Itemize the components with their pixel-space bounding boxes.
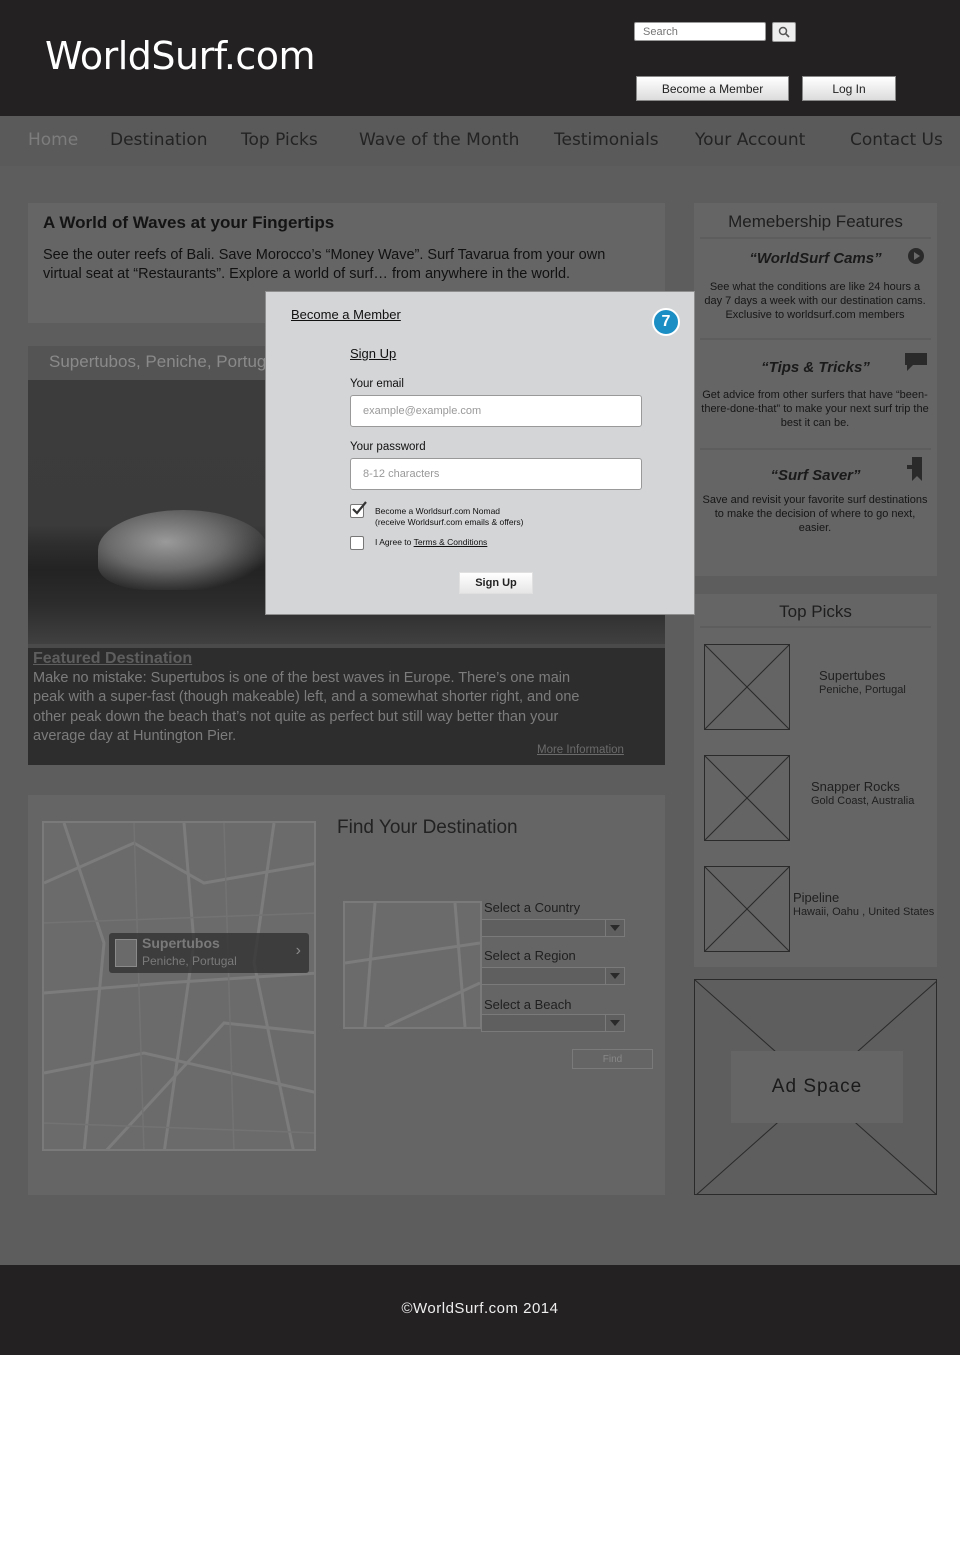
feature-tips-desc: Get advice from other surfers that have … bbox=[701, 389, 929, 429]
site-footer: ©WorldSurf.com 2014 bbox=[0, 1265, 960, 1355]
nomad-checkbox[interactable] bbox=[350, 501, 367, 518]
search-button[interactable] bbox=[772, 22, 796, 42]
chevron-right-icon: › bbox=[295, 942, 301, 959]
become-member-modal: Become a Member 7 Sign Up Your email exa… bbox=[265, 291, 695, 615]
country-label: Select a Country bbox=[484, 900, 581, 915]
nomad-line-2: (receive Worldsurf.com emails & offers) bbox=[375, 517, 524, 527]
nav-item-destination[interactable]: Destination bbox=[110, 130, 208, 150]
speech-bubble-icon bbox=[905, 353, 927, 371]
top-pick-name[interactable]: Snapper Rocks bbox=[811, 779, 900, 794]
step-badge: 7 bbox=[652, 308, 680, 336]
chevron-down-icon bbox=[605, 968, 624, 984]
ad-space[interactable]: Ad Space bbox=[694, 979, 937, 1195]
nav-item-your-account[interactable]: Your Account bbox=[695, 130, 805, 150]
checkmark-icon bbox=[352, 501, 367, 515]
map-pin-subtitle: Peniche, Portugal bbox=[142, 954, 237, 968]
featured-caption-title[interactable]: Featured Destination bbox=[33, 650, 192, 668]
nav-item-top-picks[interactable]: Top Picks bbox=[241, 130, 318, 150]
footer-copyright: ©WorldSurf.com 2014 bbox=[401, 1300, 559, 1317]
email-field[interactable]: example@example.com bbox=[350, 395, 642, 427]
terms-checkbox[interactable] bbox=[350, 536, 364, 550]
feature-saver-name: “Surf Saver” bbox=[770, 467, 861, 484]
feature-cams-desc: See what the conditions are like 24 hour… bbox=[704, 281, 926, 321]
become-member-button[interactable]: Become a Member bbox=[636, 76, 789, 101]
region-label: Select a Region bbox=[484, 948, 576, 963]
intro-title: A World of Waves at your Fingertips bbox=[43, 213, 335, 232]
nav-item-home[interactable]: Home bbox=[28, 130, 78, 150]
top-pick-thumbnail[interactable] bbox=[704, 866, 790, 952]
image-placeholder-icon bbox=[704, 866, 790, 952]
play-icon bbox=[908, 248, 924, 264]
site-header: WorldSurf.com Become a Member Log In bbox=[0, 0, 960, 116]
bookmark-icon bbox=[907, 457, 922, 481]
featured-caption-text: Make no mistake: Supertubos is one of th… bbox=[33, 670, 580, 744]
destination-mini-map[interactable] bbox=[343, 901, 482, 1029]
main-nav: Home Destination Top Picks Wave of the M… bbox=[0, 116, 960, 166]
featured-caption: Featured Destination Make no mistake: Su… bbox=[28, 648, 665, 765]
chevron-down-icon bbox=[605, 1015, 624, 1031]
log-in-button[interactable]: Log In bbox=[802, 76, 896, 101]
search-icon bbox=[778, 26, 790, 38]
top-picks-title: Top Picks bbox=[779, 602, 852, 621]
find-button[interactable]: Find bbox=[572, 1049, 653, 1069]
wave-crest bbox=[98, 510, 268, 590]
map-roads bbox=[44, 823, 314, 1149]
mini-map-roads bbox=[345, 903, 480, 1027]
terms-checkbox-label: I Agree to Terms & Conditions bbox=[375, 537, 487, 548]
top-pick-thumbnail[interactable] bbox=[704, 755, 790, 841]
nav-item-wave-of-the-month[interactable]: Wave of the Month bbox=[359, 130, 519, 150]
password-label: Your password bbox=[350, 441, 426, 453]
feature-saver-desc: Save and revisit your favorite surf dest… bbox=[702, 494, 928, 534]
feature-cams-name: “WorldSurf Cams” bbox=[749, 250, 882, 267]
sign-up-button[interactable]: Sign Up bbox=[459, 572, 533, 594]
site-logo[interactable]: WorldSurf.com bbox=[45, 34, 316, 78]
chevron-down-icon bbox=[605, 920, 624, 936]
top-pick-thumbnail[interactable] bbox=[704, 644, 790, 730]
divider bbox=[700, 448, 931, 450]
search-input[interactable] bbox=[634, 22, 766, 41]
modal-subheading: Sign Up bbox=[350, 346, 397, 361]
country-select[interactable] bbox=[481, 919, 625, 937]
divider bbox=[700, 237, 931, 239]
divider bbox=[700, 626, 931, 628]
beach-select[interactable] bbox=[481, 1014, 625, 1032]
feature-tips-name: “Tips & Tricks” bbox=[761, 359, 870, 376]
map-pin-title: Supertubos bbox=[142, 935, 220, 951]
modal-heading: Become a Member bbox=[291, 307, 401, 322]
membership-title: Memebership Features bbox=[728, 212, 903, 231]
terms-link[interactable]: Terms & Conditions bbox=[414, 537, 488, 547]
map-pin-callout[interactable]: Supertubos Peniche, Portugal › bbox=[109, 933, 309, 973]
top-pick-location: Hawaii, Oahu , United States bbox=[793, 906, 935, 918]
nav-item-contact-us[interactable]: Contact Us bbox=[850, 130, 943, 150]
password-field[interactable]: 8-12 characters bbox=[350, 458, 642, 490]
region-select[interactable] bbox=[481, 967, 625, 985]
divider bbox=[700, 338, 931, 340]
destination-map[interactable]: Supertubos Peniche, Portugal › bbox=[42, 821, 316, 1151]
top-pick-name[interactable]: Supertubes bbox=[819, 668, 886, 683]
find-destination-panel: Supertubos Peniche, Portugal › Find Your… bbox=[28, 795, 665, 1195]
top-picks-panel: Top Picks Supertubes Peniche, Portugal S… bbox=[694, 594, 937, 967]
email-label: Your email bbox=[350, 378, 404, 390]
terms-prefix: I Agree to bbox=[375, 537, 414, 547]
find-destination-title: Find Your Destination bbox=[337, 817, 518, 838]
nomad-checkbox-label: Become a Worldsurf.com Nomad (receive Wo… bbox=[375, 506, 523, 528]
top-pick-name[interactable]: Pipeline bbox=[793, 890, 839, 905]
nomad-line-1: Become a Worldsurf.com Nomad bbox=[375, 506, 501, 516]
top-pick-location: Peniche, Portugal bbox=[819, 684, 906, 696]
featured-location: Supertubos, Peniche, Portugal bbox=[49, 352, 280, 371]
beach-label: Select a Beach bbox=[484, 997, 572, 1012]
nav-item-testimonials[interactable]: Testimonials bbox=[554, 130, 659, 150]
intro-text: See the outer reefs of Bali. Save Morocc… bbox=[43, 247, 606, 282]
ad-label: Ad Space bbox=[731, 1051, 903, 1123]
image-placeholder-icon bbox=[704, 755, 790, 841]
map-pin-thumbnail bbox=[115, 939, 137, 967]
image-placeholder-icon bbox=[704, 644, 790, 730]
top-pick-location: Gold Coast, Australia bbox=[811, 795, 915, 807]
membership-features-panel: Memebership Features “WorldSurf Cams” Se… bbox=[694, 203, 937, 576]
more-information-link[interactable]: More Information bbox=[537, 744, 624, 756]
